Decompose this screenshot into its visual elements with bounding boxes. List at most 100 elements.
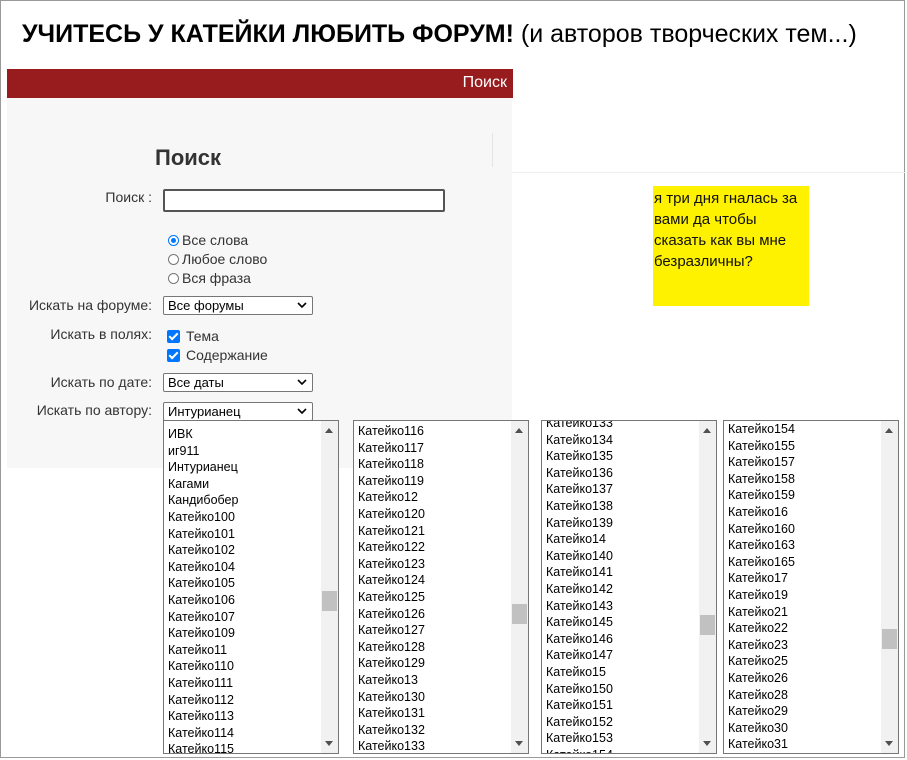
list-item[interactable]: Катейко132	[358, 722, 510, 739]
search-nav-link[interactable]: Поиск	[463, 74, 507, 92]
scroll-down-arrow-icon[interactable]	[515, 741, 523, 746]
list-item[interactable]: Катейко121	[358, 523, 510, 540]
list-item[interactable]: Катейко133	[546, 421, 698, 432]
scroll-up-arrow-icon[interactable]	[515, 428, 523, 433]
list-item[interactable]: иг911	[168, 443, 320, 460]
list-item[interactable]: Катейко160	[728, 521, 880, 538]
list-item[interactable]: Катейко14	[546, 531, 698, 548]
list-item[interactable]: Катейко130	[358, 689, 510, 706]
list-item[interactable]: Катейко140	[546, 548, 698, 565]
author-listbox-4[interactable]: Катейко154 Катейко155 Катейко157 Катейко158…	[723, 420, 899, 754]
author-listbox-2[interactable]: Катейко116 Катейко117 Катейко118 Катейко119…	[353, 420, 529, 754]
list-item[interactable]: Катейко124	[358, 572, 510, 589]
radio-any-word[interactable]: Любое слово	[168, 251, 267, 267]
list-item[interactable]: Катейко129	[358, 655, 510, 672]
list-item[interactable]: Катейко17	[728, 570, 880, 587]
list-item[interactable]: Катейко102	[168, 542, 320, 559]
date-select[interactable]: Все даты	[163, 373, 313, 392]
author-listbox-1[interactable]: ИВК иг911 Интурианец Кагами Кандибобер Катейк…	[163, 420, 339, 754]
list-item[interactable]: Катейко128	[358, 639, 510, 656]
field-subject-checkbox[interactable]: Тема	[167, 328, 219, 344]
list-item[interactable]: Катейко158	[728, 471, 880, 488]
list-item[interactable]: Катейко141	[546, 564, 698, 581]
list-item[interactable]: Катейко104	[168, 559, 320, 576]
scroll-up-arrow-icon[interactable]	[703, 428, 711, 433]
list-item[interactable]: Катейко15	[546, 664, 698, 681]
list-item[interactable]: Катейко115	[168, 741, 320, 753]
list-item[interactable]: ИВК	[168, 426, 320, 443]
list-item[interactable]: Катейко151	[546, 697, 698, 714]
scroll-thumb[interactable]	[882, 629, 897, 649]
list-item[interactable]: Катейко133	[358, 738, 510, 753]
scrollbar[interactable]	[699, 421, 716, 753]
list-item[interactable]: Катейко114	[168, 725, 320, 742]
list-item[interactable]: Кандибобер	[168, 492, 320, 509]
list-item[interactable]: Катейко23	[728, 637, 880, 654]
scroll-thumb[interactable]	[322, 591, 337, 611]
list-item[interactable]: Катейко120	[358, 506, 510, 523]
list-item[interactable]: Катейко157	[728, 454, 880, 471]
list-item[interactable]: Катейко154	[546, 747, 698, 753]
list-item[interactable]: Катейко11	[168, 642, 320, 659]
scrollbar[interactable]	[511, 421, 528, 753]
list-item[interactable]: Катейко100	[168, 509, 320, 526]
list-item[interactable]: Катейко16	[728, 504, 880, 521]
search-input[interactable]	[163, 189, 445, 212]
list-item[interactable]: Катейко107	[168, 609, 320, 626]
list-item[interactable]: Катейко19	[728, 587, 880, 604]
author-listbox-3[interactable]: Катейко133 Катейко134 Катейко135 Катейко136…	[541, 420, 717, 754]
list-item[interactable]: Катейко113	[168, 708, 320, 725]
list-item[interactable]: Катейко123	[358, 556, 510, 573]
list-item[interactable]: Катейко111	[168, 675, 320, 692]
radio-button[interactable]	[168, 253, 179, 265]
list-item[interactable]: Катейко122	[358, 539, 510, 556]
list-item[interactable]: Катейко146	[546, 631, 698, 648]
scroll-down-arrow-icon[interactable]	[885, 741, 893, 746]
list-item[interactable]: Кагами	[168, 476, 320, 493]
radio-button[interactable]	[168, 272, 179, 284]
list-item[interactable]: Катейко119	[358, 473, 510, 490]
radio-whole-phrase[interactable]: Вся фраза	[168, 270, 251, 286]
list-item[interactable]: Катейко134	[546, 432, 698, 449]
list-item[interactable]: Катейко155	[728, 438, 880, 455]
list-item[interactable]: Катейко145	[546, 614, 698, 631]
list-item[interactable]: Катейко31	[728, 736, 880, 753]
list-item[interactable]: Катейко150	[546, 681, 698, 698]
list-item[interactable]: Катейко112	[168, 692, 320, 709]
scrollbar[interactable]	[321, 421, 338, 753]
list-item[interactable]: Катейко139	[546, 515, 698, 532]
list-item[interactable]: Катейко126	[358, 606, 510, 623]
scroll-down-arrow-icon[interactable]	[703, 741, 711, 746]
list-item[interactable]: Катейко28	[728, 687, 880, 704]
checkbox-checked[interactable]	[167, 329, 180, 343]
list-item[interactable]: Катейко127	[358, 622, 510, 639]
list-item[interactable]: Катейко153	[546, 730, 698, 747]
list-item[interactable]: Катейко152	[546, 714, 698, 731]
list-item[interactable]: Катейко110	[168, 658, 320, 675]
author-select[interactable]: Интурианец	[163, 402, 313, 421]
list-item[interactable]: Катейко13	[358, 672, 510, 689]
list-item[interactable]: Катейко29	[728, 703, 880, 720]
list-item[interactable]: Катейко109	[168, 625, 320, 642]
forum-select[interactable]: Все форумы	[163, 296, 313, 315]
list-item[interactable]: Катейко26	[728, 670, 880, 687]
list-item[interactable]: Катейко125	[358, 589, 510, 606]
list-item[interactable]: Катейко163	[728, 537, 880, 554]
list-item[interactable]: Катейко116	[358, 423, 510, 440]
scroll-up-arrow-icon[interactable]	[885, 428, 893, 433]
scrollbar[interactable]	[881, 421, 898, 753]
list-item[interactable]: Катейко135	[546, 448, 698, 465]
list-item[interactable]: Катейко21	[728, 604, 880, 621]
list-item[interactable]: Катейко30	[728, 720, 880, 737]
list-item[interactable]: Катейко106	[168, 592, 320, 609]
list-item[interactable]: Катейко159	[728, 487, 880, 504]
scroll-down-arrow-icon[interactable]	[325, 741, 333, 746]
list-item[interactable]: Интурианец	[168, 459, 320, 476]
list-item[interactable]: Катейко131	[358, 705, 510, 722]
list-item[interactable]: Катейко22	[728, 620, 880, 637]
list-item[interactable]: Катейко142	[546, 581, 698, 598]
list-item[interactable]: Катейко117	[358, 440, 510, 457]
radio-all-words[interactable]: Все слова	[168, 232, 248, 248]
scroll-thumb[interactable]	[700, 615, 715, 635]
radio-button-checked[interactable]	[168, 234, 179, 246]
